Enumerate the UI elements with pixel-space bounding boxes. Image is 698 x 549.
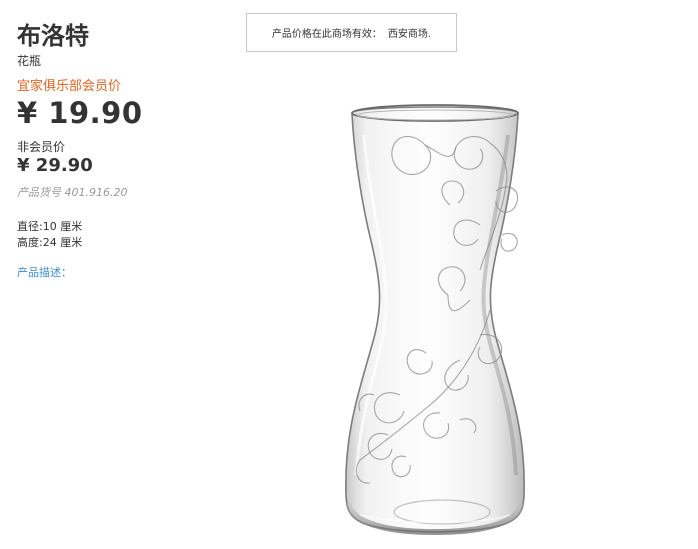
store-price-notice: 产品价格在此商场有效： 西安商场. [246,13,457,52]
nonmember-price-label: 非会员价 [17,140,66,154]
store-name: 西安商场. [387,29,432,40]
article-number: 产品货号 401.916.20 [17,186,128,199]
dimensions: 直径:10 厘米 高度:24 厘米 [17,219,82,251]
product-image [330,95,540,545]
product-name: 布洛特 [17,22,89,50]
dimension-diameter: 直径:10 厘米 [17,220,83,233]
dimension-height: 高度:24 厘米 [17,236,83,249]
store-notice-text: 产品价格在此商场有效： [271,29,382,40]
member-price-label: 宜家俱乐部会员价 [17,79,122,94]
product-description-link[interactable]: 产品描述： [17,266,72,280]
glass-vase-icon [345,104,525,536]
nonmember-price: ¥ 29.90 [17,155,93,176]
product-type: 花瓶 [17,54,42,68]
member-price: ¥ 19.90 [17,96,143,130]
